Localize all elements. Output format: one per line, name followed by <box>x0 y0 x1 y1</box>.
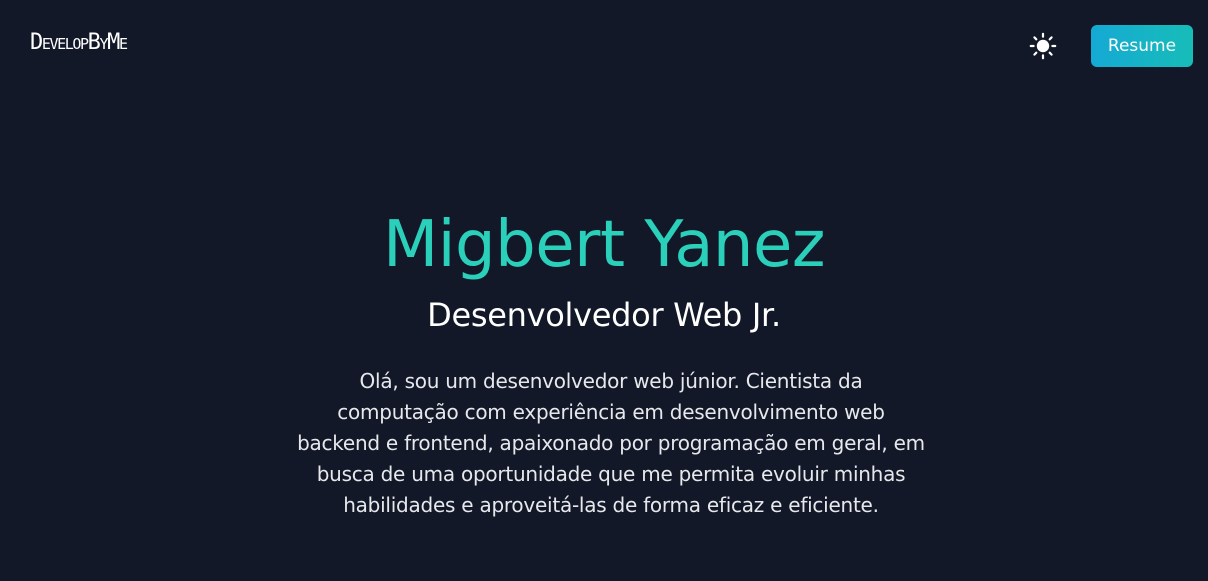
portfolio-page: DevelopByMe Resume Migbert Yanez Desenvo <box>0 0 1208 581</box>
hero-job-title: Desenvolvedor Web Jr. <box>427 296 781 334</box>
hero-bio: Olá, sou um desenvolvedor web júnior. Ci… <box>297 369 925 517</box>
hero-name: Migbert Yanez <box>383 208 825 282</box>
sun-icon <box>1029 32 1057 60</box>
resume-button[interactable]: Resume <box>1091 25 1193 67</box>
navbar: DevelopByMe Resume <box>0 0 1208 92</box>
brand-logo[interactable]: DevelopByMe <box>30 31 128 55</box>
theme-toggle-button[interactable] <box>1027 30 1059 62</box>
